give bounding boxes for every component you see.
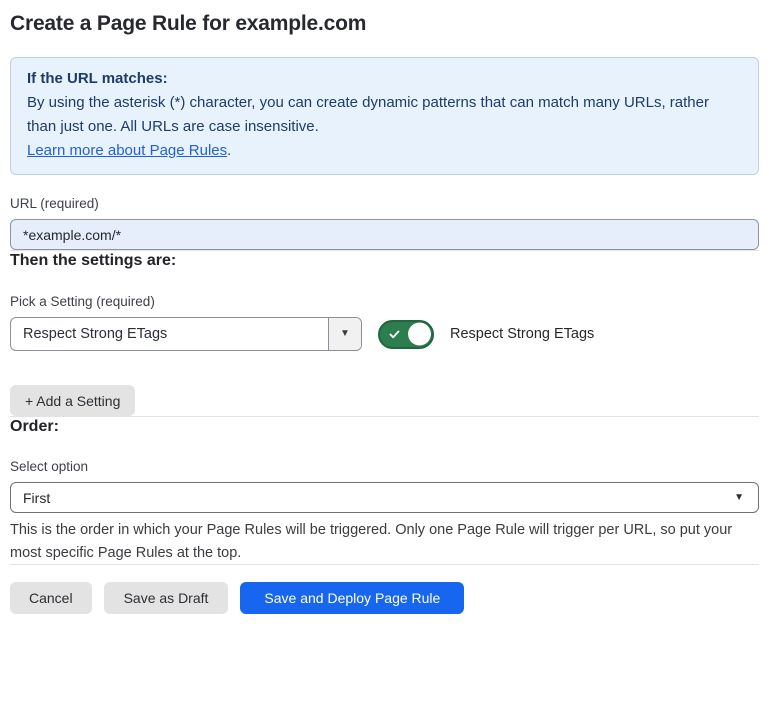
dropdown-arrow-icon: ▼ [340,329,350,339]
checkmark-icon [388,328,401,341]
setting-row: Respect Strong ETags ▼ Respect Strong ET… [10,317,759,351]
url-field-label: URL (required) [10,196,759,212]
order-help-text: This is the order in which your Page Rul… [10,519,755,564]
setting-select[interactable]: Respect Strong ETags ▼ [10,317,362,351]
info-box-link-line: Learn more about Page Rules. [27,139,742,163]
info-box-body: By using the asterisk (*) character, you… [27,91,742,139]
setting-select-arrow-button[interactable]: ▼ [328,318,361,350]
etags-toggle[interactable] [378,320,434,349]
link-suffix-text: . [227,142,231,159]
pick-setting-label: Pick a Setting (required) [10,294,759,310]
save-draft-button[interactable]: Save as Draft [104,582,229,614]
footer-actions: Cancel Save as Draft Save and Deploy Pag… [10,582,759,614]
toggle-label: Respect Strong ETags [450,326,594,342]
settings-section-heading: Then the settings are: [10,251,759,270]
select-arrow-icon: ▼ [734,493,744,503]
order-section-heading: Order: [10,417,759,436]
order-select-value: First [23,490,50,506]
footer-divider [10,564,759,565]
cancel-button[interactable]: Cancel [10,582,92,614]
save-deploy-button[interactable]: Save and Deploy Page Rule [240,582,464,614]
url-match-info-box: If the URL matches: By using the asteris… [10,57,759,175]
setting-select-value: Respect Strong ETags [11,318,328,350]
create-page-rule-form: Create a Page Rule for example.com If th… [0,0,769,614]
page-title: Create a Page Rule for example.com [10,12,759,36]
url-input[interactable] [10,219,759,250]
info-box-heading: If the URL matches: [27,67,742,91]
learn-more-link[interactable]: Learn more about Page Rules [27,142,227,159]
order-select-label: Select option [10,459,759,475]
add-setting-button[interactable]: + Add a Setting [10,385,135,416]
toggle-knob [408,323,431,346]
order-select[interactable]: First ▼ [10,482,759,513]
